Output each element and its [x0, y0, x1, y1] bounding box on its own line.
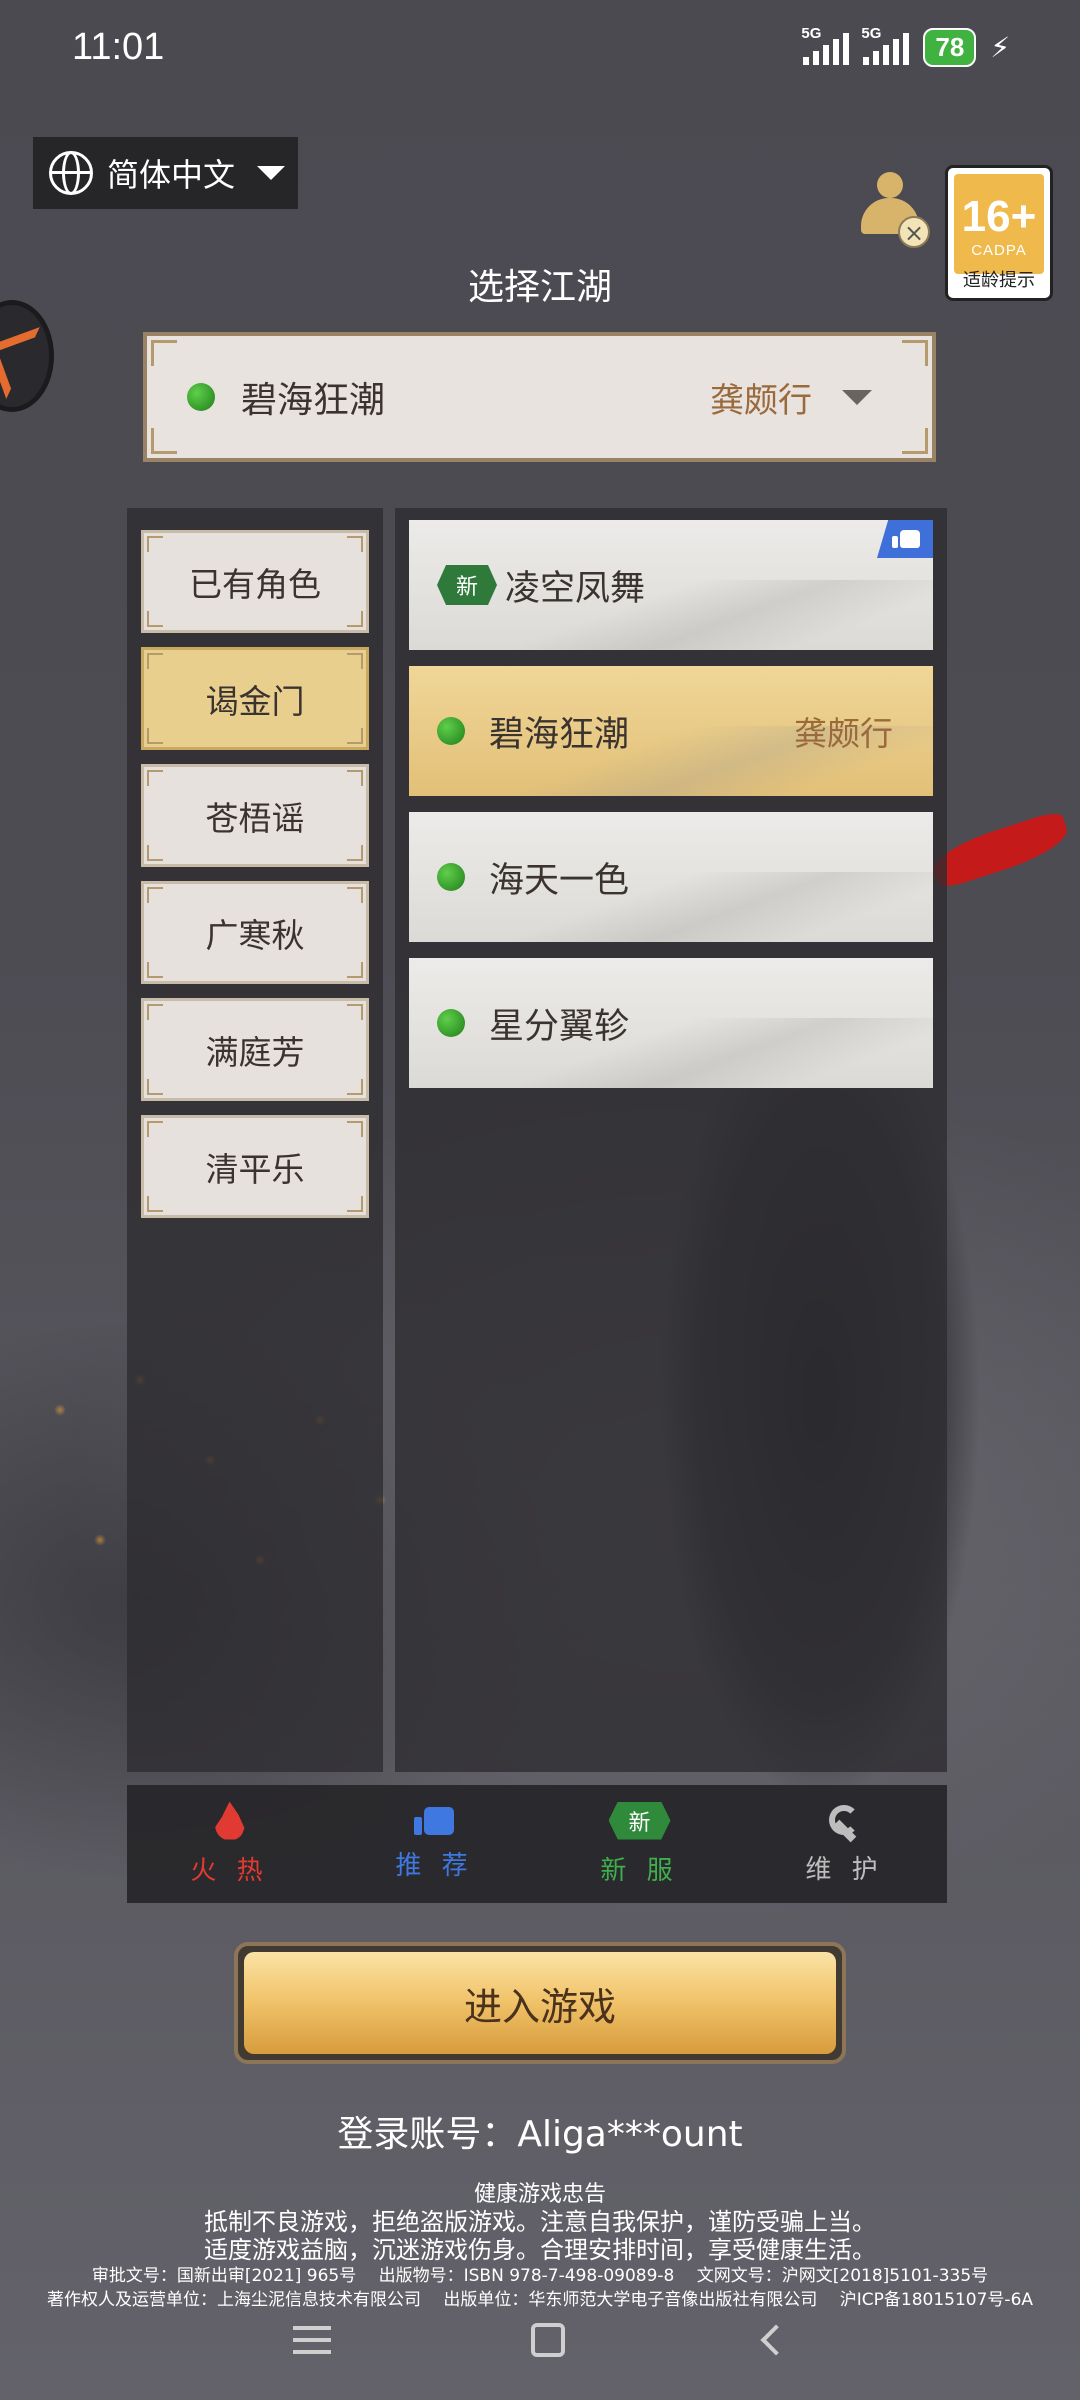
- signal-icon-2: 5G: [861, 25, 910, 65]
- battery-indicator: 78: [923, 28, 977, 67]
- notice-title: 健康游戏忠告: [473, 2182, 606, 2207]
- server-name: 星分翼轸: [489, 1006, 630, 1047]
- server-filter-tabs: 火 热 推 荐 新 新 服 维 护: [127, 1785, 947, 1903]
- tab-maintenance[interactable]: 维 护: [742, 1785, 947, 1903]
- back-icon[interactable]: [760, 2324, 792, 2356]
- language-selector[interactable]: 简体中文: [33, 137, 298, 209]
- home-icon[interactable]: [531, 2323, 565, 2357]
- status-online-icon: [437, 717, 465, 745]
- status-online-icon: [187, 383, 215, 411]
- signal-icon: 5G: [801, 25, 850, 65]
- health-notice: 健康游戏忠告 抵制不良游戏，拒绝盗版游戏。注意自我保护，谨防受骗上当。 适度游戏…: [0, 2182, 1080, 2312]
- dropdown-arrow-icon: [257, 166, 286, 180]
- selected-server-dropdown[interactable]: 碧海狂潮 龚颇行: [143, 332, 936, 462]
- enter-game-label: 进入游戏: [244, 1952, 836, 2054]
- enter-game-button[interactable]: 进入游戏: [234, 1942, 846, 2064]
- notice-line-1: 抵制不良游戏，拒绝盗版游戏。注意自我保护，谨防受骗上当。: [204, 2208, 876, 2236]
- selected-server-name: 碧海狂潮: [241, 380, 386, 421]
- category-list: 已有角色 谒金门 苍梧谣 广寒秋 满庭芳 清平乐: [127, 508, 383, 1772]
- category-qingpingle[interactable]: 清平乐: [141, 1115, 369, 1218]
- system-nav-bar: [0, 2305, 1080, 2375]
- category-existing-roles[interactable]: 已有角色: [141, 530, 369, 633]
- age-rating-number: 16+: [961, 192, 1037, 241]
- server-list: 新 凌空凤舞 碧海狂潮 龚颇行 海天一色 星分翼轸: [395, 508, 947, 1772]
- account-switch-icon[interactable]: ×: [855, 168, 930, 248]
- server-item-lingkongfengwu[interactable]: 新 凌空凤舞: [409, 520, 933, 650]
- category-cangwuyao[interactable]: 苍梧谣: [141, 764, 369, 867]
- tab-label: 推 荐: [395, 1850, 474, 1881]
- login-account: 登录账号：Aliga***ount: [337, 2114, 743, 2155]
- status-online-icon: [437, 1009, 465, 1037]
- menu-icon[interactable]: [293, 2326, 331, 2354]
- tab-label: 维 护: [805, 1854, 884, 1885]
- notice-line-3: 审批文号：国新出审[2021] 965号 出版物号：ISBN 978-7-498…: [91, 2266, 989, 2286]
- server-item-bihaikuangchao[interactable]: 碧海狂潮 龚颇行: [409, 666, 933, 796]
- age-rating-org: CADPA: [971, 242, 1027, 259]
- wrench-icon: [827, 1803, 863, 1839]
- server-name: 凌空凤舞: [505, 568, 646, 609]
- tab-label: 火 热: [190, 1855, 269, 1886]
- chevron-down-icon: [842, 389, 872, 405]
- charging-icon: ⚡: [990, 31, 1010, 64]
- category-mantingfang[interactable]: 满庭芳: [141, 998, 369, 1101]
- recommended-thumbs-up-icon: [877, 520, 933, 558]
- tab-new[interactable]: 新 新 服: [537, 1785, 742, 1903]
- category-guanghanqiu[interactable]: 广寒秋: [141, 881, 369, 984]
- status-bar: 11:01 5G 5G 78 ⚡: [0, 0, 1080, 100]
- tab-hot[interactable]: 火 热: [127, 1785, 332, 1903]
- thumbs-up-icon: [413, 1806, 454, 1835]
- server-name: 海天一色: [489, 860, 630, 901]
- fire-icon: [214, 1801, 245, 1840]
- category-yejinmen[interactable]: 谒金门: [141, 647, 369, 750]
- selected-server-tag: 龚颇行: [710, 380, 812, 421]
- new-server-badge: 新: [437, 565, 497, 605]
- notice-line-2: 适度游戏益脑，沉迷游戏伤身。合理安排时间，享受健康生活。: [204, 2236, 876, 2264]
- tab-label: 新 服: [600, 1855, 679, 1886]
- server-item-xingfenyizhen[interactable]: 星分翼轸: [409, 958, 933, 1088]
- server-item-haitianyise[interactable]: 海天一色: [409, 812, 933, 942]
- server-tag: 龚颇行: [794, 714, 893, 753]
- status-online-icon: [437, 863, 465, 891]
- globe-icon: [49, 151, 93, 195]
- status-icons: 5G 5G 78 ⚡: [801, 25, 1010, 67]
- page-title: 选择江湖: [467, 267, 612, 308]
- new-server-icon: 新: [608, 1801, 671, 1840]
- language-label: 简体中文: [107, 156, 236, 194]
- status-time: 11:01: [72, 26, 165, 68]
- tab-recommended[interactable]: 推 荐: [332, 1785, 537, 1903]
- server-name: 碧海狂潮: [489, 714, 630, 755]
